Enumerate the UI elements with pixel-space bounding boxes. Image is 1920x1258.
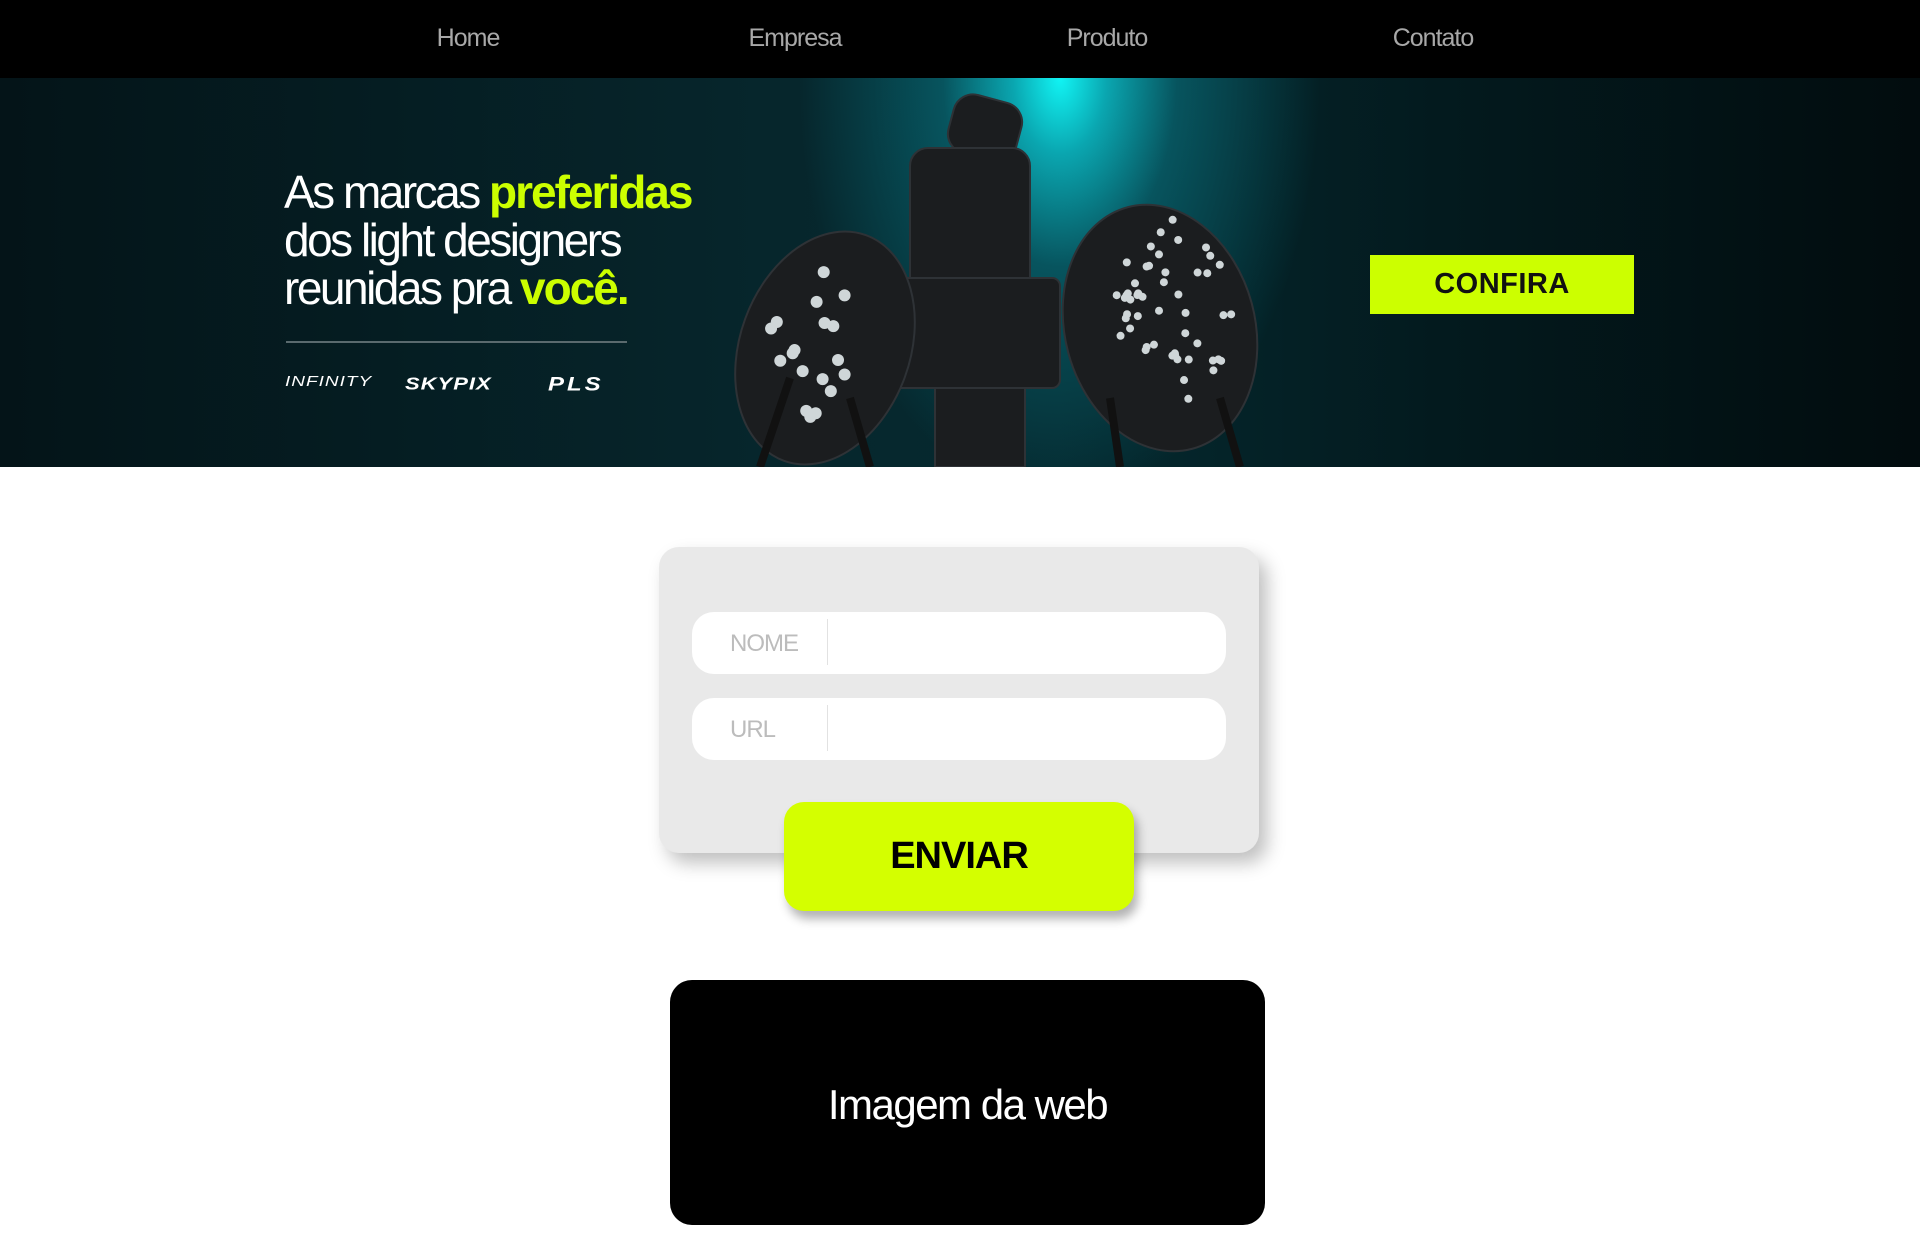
led-dot <box>1117 332 1125 340</box>
led-dot <box>811 296 823 308</box>
led-dot <box>1134 289 1142 297</box>
led-dot <box>1174 236 1182 244</box>
url-label: URL <box>730 716 775 744</box>
brand-logo-infinity: INFINITY <box>285 373 372 391</box>
led-dot <box>1216 261 1224 269</box>
name-label: NOME <box>730 630 798 658</box>
led-dot <box>1194 269 1202 277</box>
nav-produto[interactable]: Produto <box>1067 24 1148 53</box>
top-nav: Home Empresa Produto Contato <box>0 0 1920 78</box>
name-field[interactable]: NOME <box>692 612 1226 674</box>
stage-lights-image <box>720 78 1280 467</box>
led-dot <box>1171 349 1179 357</box>
brand-logo-pls: PLS <box>548 374 604 396</box>
led-dot <box>819 317 831 329</box>
led-dot <box>1157 228 1165 236</box>
led-dot <box>1182 309 1190 317</box>
led-dot <box>789 344 801 356</box>
enviar-button[interactable]: ENVIAR <box>784 802 1134 911</box>
url-input[interactable] <box>832 698 1212 760</box>
led-dot <box>1143 263 1151 271</box>
led-dot <box>825 385 837 397</box>
headline-line-1: As marcas preferidas <box>284 168 691 216</box>
led-dot <box>1155 307 1163 315</box>
led-dot <box>1169 216 1177 224</box>
name-input[interactable] <box>832 612 1212 674</box>
led-dot <box>1203 269 1211 277</box>
led-dot <box>765 322 777 334</box>
nav-contato[interactable]: Contato <box>1393 24 1474 53</box>
nav-home[interactable]: Home <box>437 24 500 53</box>
led-dot <box>1180 376 1188 384</box>
brand-logo-skypix: SKYPIX <box>405 374 492 395</box>
led-dot <box>1185 356 1193 364</box>
url-field[interactable]: URL <box>692 698 1226 760</box>
led-dot <box>1174 290 1182 298</box>
led-dot <box>1150 341 1158 349</box>
led-dot <box>1147 242 1155 250</box>
led-dot <box>1227 310 1235 318</box>
headline-line-3: reunidas pra você. <box>284 264 628 312</box>
led-dot <box>1160 278 1168 286</box>
field-separator <box>827 705 828 751</box>
led-dot <box>818 266 830 278</box>
led-dot <box>1193 339 1201 347</box>
led-dot <box>800 405 812 417</box>
headline-line-2: dos light designers <box>284 216 620 264</box>
led-dot <box>1219 311 1227 319</box>
nav-empresa[interactable]: Empresa <box>748 24 841 53</box>
headline-text: reunidas pra <box>284 262 520 314</box>
led-dot <box>774 355 786 367</box>
led-dot <box>1142 346 1150 354</box>
led-dot <box>1206 252 1214 260</box>
divider <box>286 341 627 343</box>
led-dot <box>1122 314 1130 322</box>
confira-button[interactable]: CONFIRA <box>1370 255 1634 314</box>
led-dot <box>817 373 829 385</box>
led-dot <box>1126 324 1134 332</box>
web-image-box: Imagem da web <box>670 980 1265 1225</box>
led-dot <box>1202 243 1210 251</box>
led-dot <box>1113 291 1121 299</box>
led-dot <box>797 365 809 377</box>
headline-text: As marcas <box>284 166 489 218</box>
led-dot <box>832 354 844 366</box>
led-dot <box>1184 395 1192 403</box>
headline-highlight: preferidas <box>489 166 691 218</box>
led-dot <box>1123 258 1131 266</box>
led-dot <box>1155 250 1163 258</box>
led-dot <box>1209 357 1217 365</box>
web-image-label: Imagem da web <box>828 1081 1107 1129</box>
hero-banner: As marcas preferidas dos light designers… <box>0 78 1920 467</box>
led-dot <box>839 289 851 301</box>
led-dot <box>1161 268 1169 276</box>
led-dot <box>839 369 851 381</box>
led-dot <box>1121 294 1129 302</box>
led-dot <box>1209 366 1217 374</box>
field-separator <box>827 619 828 665</box>
headline-highlight: você. <box>520 262 628 314</box>
led-dot <box>1131 279 1139 287</box>
led-dot <box>1134 312 1142 320</box>
led-dot <box>1181 329 1189 337</box>
led-dot <box>1217 357 1225 365</box>
